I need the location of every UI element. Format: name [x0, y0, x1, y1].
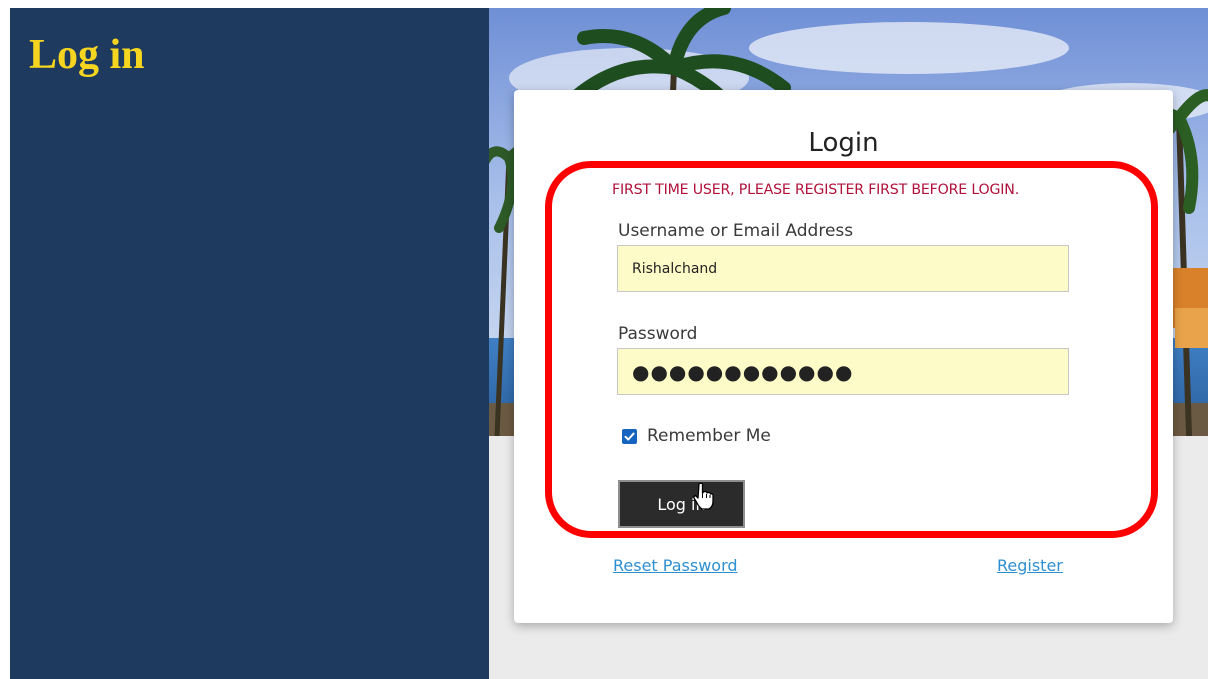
login-card: Login FIRST TIME USER, PLEASE REGISTER F…: [514, 90, 1173, 623]
remember-me-label: Remember Me: [647, 426, 771, 446]
page-title: Log in: [29, 32, 145, 78]
username-label: Username or Email Address: [618, 221, 854, 241]
page: Log in Login FIRST TIME USER, PLEASE REG…: [0, 0, 1208, 679]
username-input[interactable]: [617, 245, 1069, 292]
checkmark-icon: [624, 432, 635, 440]
reset-password-link[interactable]: Reset Password: [613, 556, 738, 575]
password-input[interactable]: [617, 348, 1069, 395]
hand-pointer-icon: [693, 482, 714, 510]
remember-me-row[interactable]: Remember Me: [622, 425, 771, 447]
password-label: Password: [618, 324, 698, 344]
register-link[interactable]: Register: [997, 556, 1063, 575]
left-panel: Log in: [10, 8, 489, 679]
registration-notice: FIRST TIME USER, PLEASE REGISTER FIRST B…: [612, 182, 1020, 198]
login-button[interactable]: Log in: [618, 480, 745, 528]
login-heading: Login: [808, 128, 879, 158]
remember-me-checkbox[interactable]: [622, 428, 637, 444]
